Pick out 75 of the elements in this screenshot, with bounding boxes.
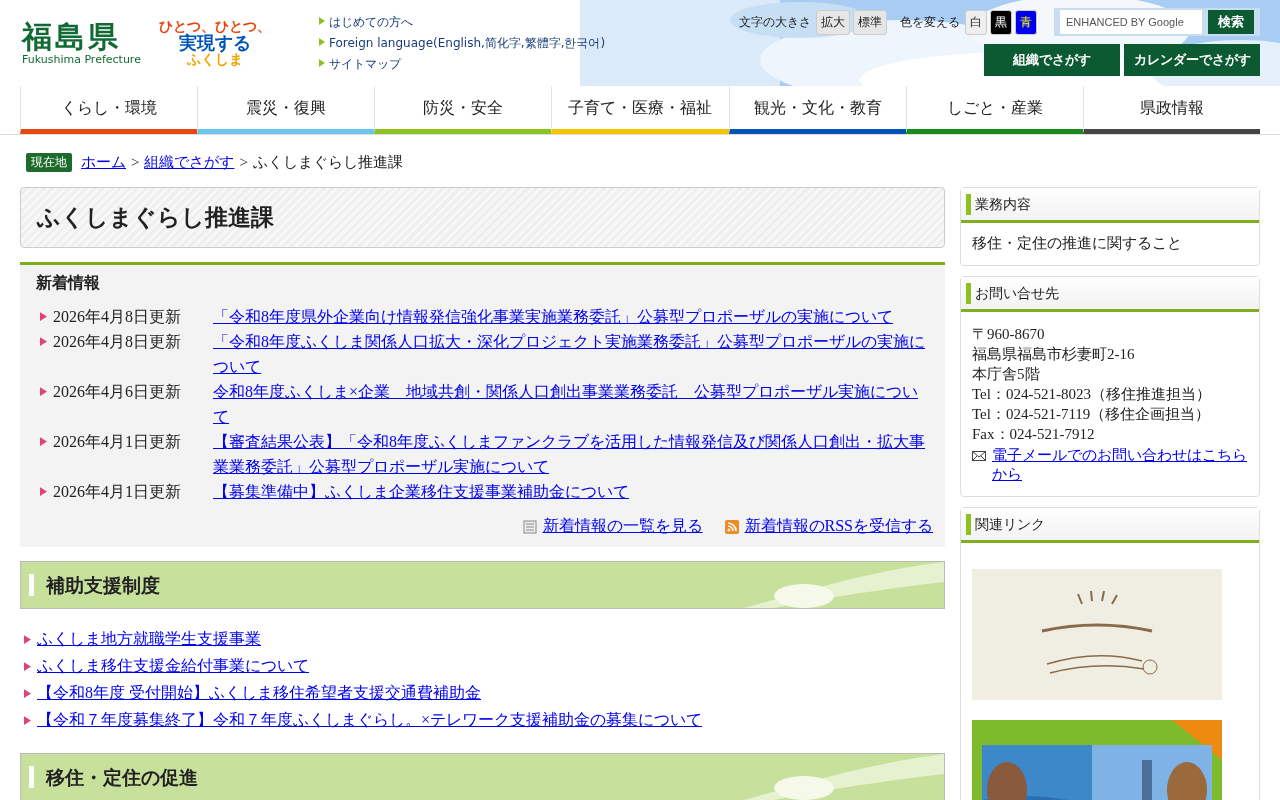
quick-link[interactable]: はじめての方へ (318, 13, 606, 31)
section-link[interactable]: ふくしま移住支援金給付事業について (37, 657, 309, 674)
text-size-button[interactable]: 標準 (853, 9, 887, 35)
color-scheme-button[interactable]: 青 (1015, 9, 1037, 35)
breadcrumb-separator: > (239, 154, 248, 171)
bullet-icon (24, 635, 31, 644)
breadcrumb-link[interactable]: ホーム (81, 153, 126, 172)
location-badge: 現在地 (26, 153, 72, 172)
text-size-label: 文字の大きさ (739, 13, 811, 31)
bullet-icon (40, 487, 47, 496)
bullet-icon (24, 689, 31, 698)
quick-link[interactable]: サイトマップ (318, 55, 606, 73)
card-heading: お問い合せ先 (961, 277, 1259, 312)
quick-link[interactable]: Foreign language(English,简化字,繁體字,한국어) (318, 34, 606, 52)
page-title: ふくしまぐらし推進課 (37, 203, 275, 232)
nav-tab[interactable]: くらし・環境 (20, 86, 198, 134)
nav-tab[interactable]: 県政情報 (1082, 86, 1260, 134)
contact-line: Tel：024-521-7119（移住企画担当） (972, 405, 1212, 424)
contact-line: 〒960-8670 (972, 325, 1046, 344)
news-date: 2026年4月8日更新 (53, 332, 182, 352)
nav-tab[interactable]: 防災・安全 (374, 86, 552, 134)
bullet-icon (24, 716, 31, 725)
slogan-text: ふくしま (186, 52, 243, 68)
color-scheme-button[interactable]: 黒 (990, 9, 1012, 35)
news-date: 2026年4月1日更新 (53, 432, 182, 452)
news-date: 2026年4月1日更新 (53, 482, 182, 502)
nav-tab[interactable]: 子育て・医療・福祉 (551, 86, 729, 134)
breadcrumb-link[interactable]: 組織でさがす (144, 153, 235, 172)
slogan-text: 実現する (178, 33, 251, 53)
news-heading: 新着情報 (36, 273, 101, 294)
text-size-button[interactable]: 拡大 (816, 9, 850, 35)
bullet-icon (24, 662, 31, 671)
section-link[interactable]: 【令和７年度募集終了】令和７年度ふくしまぐらし。×テレワーク支援補助金の募集について (37, 711, 703, 728)
breadcrumb-separator: > (131, 154, 140, 171)
site-logo-subtitle: Fukushima Prefecture (22, 53, 141, 66)
rss-link[interactable]: 新着情報のRSSを受信する (744, 516, 933, 537)
email-link[interactable]: 電子メールでのお問い合わせはこちらから (992, 446, 1248, 484)
contact-line: Fax：024-521-7912 (972, 425, 1096, 444)
card-heading: 関連リンク (961, 508, 1259, 543)
contact-line: 福島県福島市杉妻町2-16 (972, 345, 1136, 364)
contact-line: Tel：024-521-8023（移住推進担当） (972, 385, 1212, 404)
nav-tab[interactable]: しごと・産業 (905, 86, 1083, 134)
finder-button[interactable]: カレンダーでさがす (1124, 44, 1260, 76)
search-field[interactable]: ENHANCED BY Google (1060, 10, 1202, 34)
news-date: 2026年4月8日更新 (53, 307, 182, 327)
nav-tab[interactable]: 観光・文化・教育 (728, 86, 906, 134)
section-link[interactable]: ふくしま地方就職学生支援事業 (37, 630, 261, 647)
list-icon (522, 519, 537, 534)
bullet-icon (40, 387, 47, 396)
finder-button[interactable]: 組織でさがす (984, 44, 1120, 76)
breadcrumb-current: ふくしまぐらし推進課 (252, 153, 403, 172)
news-link[interactable]: 【募集準備中】ふくしま企業移住支援事業補助金について (213, 479, 933, 504)
news-link[interactable]: 令和8年度ふくしま×企業 地域共創・関係人口創出事業業務委託 公募型プロポーザル実施について (213, 379, 933, 429)
news-link[interactable]: 「令和8年度ふくしま関係人口拡大・深化プロジェクト実施業務委託」公募型プロポーザルの実施について (213, 329, 933, 379)
color-scheme-button[interactable]: 白 (965, 9, 987, 35)
card-heading: 業務内容 (961, 188, 1259, 223)
envelope-icon (972, 451, 986, 461)
bullet-icon (40, 312, 47, 321)
nav-tab[interactable]: 震災・復興 (197, 86, 375, 134)
color-change-label: 色を変える (900, 13, 960, 31)
bullet-icon (40, 337, 47, 346)
news-link[interactable]: 【審査結果公表】「令和8年度ふくしまファンクラブを活用した情報発信及び関係人口創出・拡大事業業務委託」公募型プロポーザル実施について (213, 429, 933, 479)
section-link[interactable]: 【令和8年度 受付開始】ふくしま移住希望者支援交通費補助金 (37, 684, 481, 701)
bullet-icon (40, 437, 47, 446)
section-heading: 移住・定住の促進 (29, 766, 198, 788)
search-button[interactable]: 検索 (1208, 10, 1254, 34)
news-link[interactable]: 「令和8年度県外企業向け情報発信強化事業実施業務委託」公募型プロポーザルの実施について (213, 304, 933, 329)
news-list-link[interactable]: 新着情報の一覧を見る (542, 516, 703, 537)
slogan-text: ひとつ、ひとつ、 (158, 18, 271, 34)
duties-text: 移住・定住の推進に関すること (972, 234, 1183, 253)
rss-icon (724, 519, 739, 534)
news-date: 2026年4月6日更新 (53, 382, 182, 402)
site-logo-title[interactable]: 福島県 (22, 20, 141, 53)
contact-line: 本庁舎5階 (972, 365, 1041, 384)
section-heading: 補助支援制度 (29, 574, 160, 596)
